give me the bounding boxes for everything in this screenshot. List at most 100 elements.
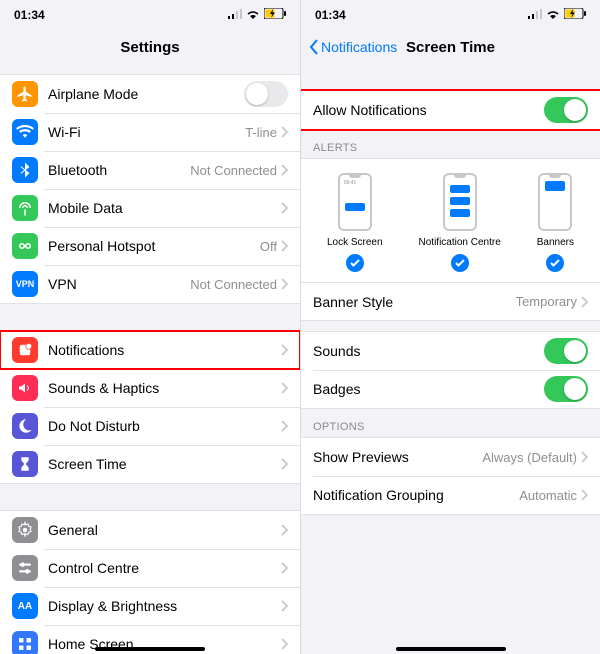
settings-group-3: General Control Centre AA Display & Brig… [0, 510, 300, 654]
allow-switch[interactable] [544, 97, 588, 123]
row-value: Always (Default) [482, 450, 577, 465]
row-label: Notification Grouping [313, 487, 519, 503]
row-label: Wi-Fi [48, 124, 245, 140]
row-value: Not Connected [190, 277, 277, 292]
row-bluetooth[interactable]: Bluetooth Not Connected [0, 151, 300, 189]
sound-badge-group: Sounds Badges [301, 331, 600, 409]
back-button[interactable]: Notifications [309, 39, 397, 55]
chevron-right-icon [281, 600, 288, 612]
status-time: 01:34 [14, 8, 45, 22]
row-show-previews[interactable]: Show Previews Always (Default) [301, 438, 600, 476]
row-notification-grouping[interactable]: Notification Grouping Automatic [301, 476, 600, 514]
row-allow-notifications[interactable]: Allow Notifications [301, 91, 600, 129]
status-bar: 01:34 [301, 0, 600, 30]
wifi-icon [546, 8, 560, 22]
sounds-switch[interactable] [544, 338, 588, 364]
status-time: 01:34 [315, 8, 346, 22]
moon-icon [12, 413, 38, 439]
navbar-settings: Settings [0, 30, 300, 64]
notifications-icon [12, 337, 38, 363]
settings-group-2: Notifications Sounds & Haptics Do Not Di… [0, 330, 300, 484]
notification-detail-pane: 01:34 Notifications Screen Time Allow No… [300, 0, 600, 654]
row-label: Personal Hotspot [48, 238, 260, 254]
row-label: Bluetooth [48, 162, 190, 178]
row-label: Badges [313, 381, 544, 397]
row-sounds[interactable]: Sounds [301, 332, 600, 370]
row-label: Do Not Disturb [48, 418, 281, 434]
row-label: Show Previews [313, 449, 482, 465]
airplane-switch[interactable] [244, 81, 288, 107]
row-value: Off [260, 239, 277, 254]
alert-banners[interactable]: Banners [537, 173, 574, 272]
phone-preview-banner [538, 173, 572, 231]
alert-styles-row: 09:41 Lock Screen Notification Centre Ba… [301, 159, 600, 282]
check-icon [346, 254, 364, 272]
row-value: T-line [245, 125, 277, 140]
battery-icon [564, 8, 586, 22]
settings-pane: 01:34 Settings Airplane Mode [0, 0, 300, 654]
row-general[interactable]: General [0, 511, 300, 549]
chevron-right-icon [281, 202, 288, 214]
row-value: Not Connected [190, 163, 277, 178]
row-display[interactable]: AA Display & Brightness [0, 587, 300, 625]
row-screentime[interactable]: Screen Time [0, 445, 300, 483]
row-banner-style[interactable]: Banner Style Temporary [301, 282, 600, 320]
chevron-right-icon [281, 458, 288, 470]
gear-icon [12, 517, 38, 543]
airplane-icon [12, 81, 38, 107]
row-value: Temporary [516, 294, 577, 309]
grid-icon [12, 631, 38, 654]
chevron-left-icon [309, 39, 319, 55]
row-label: Sounds [313, 343, 544, 359]
row-vpn[interactable]: VPN VPN Not Connected [0, 265, 300, 303]
alert-notification-centre[interactable]: Notification Centre [419, 173, 501, 272]
sliders-icon [12, 555, 38, 581]
signal-icon [228, 8, 242, 22]
hotspot-icon [12, 233, 38, 259]
badges-switch[interactable] [544, 376, 588, 402]
home-indicator[interactable] [396, 647, 506, 651]
row-label: Notifications [48, 342, 281, 358]
chevron-right-icon [581, 296, 588, 308]
page-title: Screen Time [406, 39, 495, 56]
chevron-right-icon [281, 240, 288, 252]
wifi-icon [246, 8, 260, 22]
status-indicators [528, 8, 586, 22]
chevron-right-icon [281, 562, 288, 574]
navbar-detail: Notifications Screen Time [301, 30, 600, 64]
alert-lock-screen[interactable]: 09:41 Lock Screen [327, 173, 383, 272]
row-hotspot[interactable]: Personal Hotspot Off [0, 227, 300, 265]
row-control-centre[interactable]: Control Centre [0, 549, 300, 587]
row-value: Automatic [519, 488, 577, 503]
row-label: General [48, 522, 281, 538]
wifi-icon [12, 119, 38, 145]
sounds-icon [12, 375, 38, 401]
chevron-right-icon [281, 344, 288, 356]
options-group: Show Previews Always (Default) Notificat… [301, 437, 600, 515]
options-header: OPTIONS [301, 409, 600, 437]
row-label: Banner Style [313, 294, 516, 310]
check-icon [546, 254, 564, 272]
row-mobile-data[interactable]: Mobile Data [0, 189, 300, 227]
row-wifi[interactable]: Wi-Fi T-line [0, 113, 300, 151]
row-label: Mobile Data [48, 200, 281, 216]
home-indicator[interactable] [95, 647, 205, 651]
row-label: Screen Time [48, 456, 281, 472]
row-notifications[interactable]: Notifications [0, 331, 300, 369]
chevron-right-icon [281, 278, 288, 290]
settings-group-1: Airplane Mode Wi-Fi T-line Bluetooth Not… [0, 74, 300, 304]
phone-preview-nc [443, 173, 477, 231]
row-badges[interactable]: Badges [301, 370, 600, 408]
row-airplane[interactable]: Airplane Mode [0, 75, 300, 113]
bluetooth-icon [12, 157, 38, 183]
display-icon: AA [12, 593, 38, 619]
chevron-right-icon [281, 420, 288, 432]
row-sounds-haptics[interactable]: Sounds & Haptics [0, 369, 300, 407]
antenna-icon [12, 195, 38, 221]
chevron-right-icon [581, 489, 588, 501]
alerts-header: ALERTS [301, 130, 600, 158]
chevron-right-icon [581, 451, 588, 463]
allow-notifications-group: Allow Notifications [301, 90, 600, 130]
row-dnd[interactable]: Do Not Disturb [0, 407, 300, 445]
hourglass-icon [12, 451, 38, 477]
